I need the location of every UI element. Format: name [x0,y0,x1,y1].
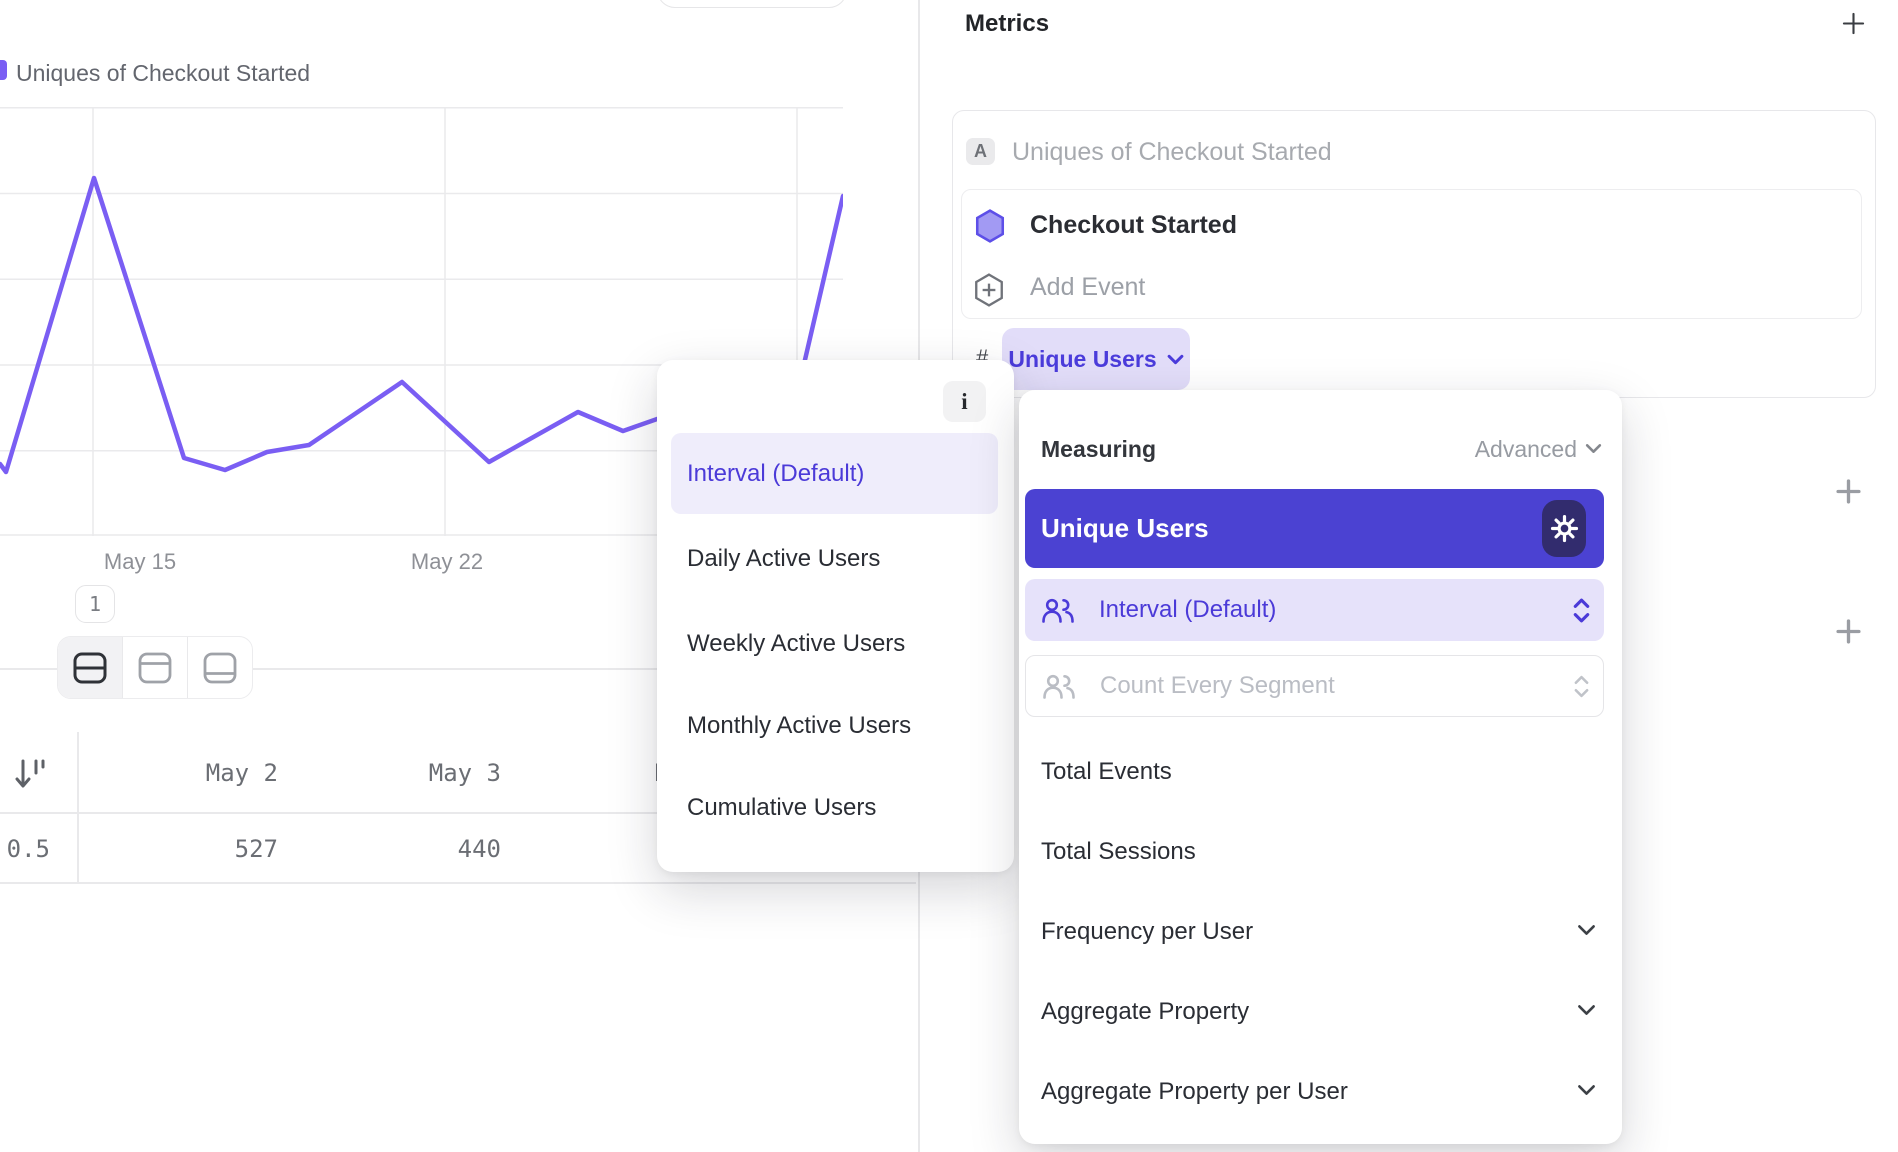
menu-item-weekly-active-users[interactable]: Weekly Active Users [687,630,905,658]
measure-option-total-sessions[interactable]: Total Sessions [1041,838,1196,866]
measure-option-unique-users-selected[interactable]: Unique Users [1025,489,1604,568]
chart-view-icon [137,650,173,686]
users-icon [1042,673,1076,700]
metric-letter-badge: A [966,138,995,165]
measurement-pill-label: Unique Users [1008,346,1156,373]
page-number-badge[interactable]: 1 [75,585,115,623]
menu-item-monthly-active-users[interactable]: Monthly Active Users [687,712,911,740]
table-header-may2[interactable]: May 2 [55,759,278,787]
table-cell-average-partial: 0.5 [0,835,50,863]
add-event-label[interactable]: Add Event [1030,273,1145,302]
add-filter-button[interactable] [1836,479,1861,504]
menu-item-daily-active-users[interactable]: Daily Active Users [687,545,880,573]
measure-option-aggregate-property[interactable]: Aggregate Property [1041,998,1249,1026]
chevron-down-icon[interactable] [1585,443,1602,454]
legend-label: Uniques of Checkout Started [16,60,310,87]
sort-icon[interactable] [14,757,48,791]
measurement-pill[interactable]: Unique Users [1002,328,1190,390]
add-event-icon[interactable] [974,273,1004,307]
split-view-icon [72,650,108,686]
selected-aggregate-label: Interval (Default) [687,460,864,488]
layout-toggle-group [57,636,253,699]
table-header-may3[interactable]: May 3 [278,759,501,787]
chevron-down-icon [1167,354,1184,365]
table-cell-may2: 527 [55,835,278,863]
segment-count-selector-row[interactable]: Count Every Segment [1025,655,1604,717]
add-metric-button[interactable] [1842,12,1865,35]
table-row-border [0,882,916,884]
x-axis-tick: May 15 [104,549,176,575]
metric-title[interactable]: Uniques of Checkout Started [1012,138,1332,167]
measure-option-aggregate-property-per-user[interactable]: Aggregate Property per User [1041,1078,1348,1106]
plus-icon [1836,479,1861,504]
chevron-down-icon[interactable] [1577,924,1596,936]
layout-toggle-chart[interactable] [122,637,187,698]
insights-report-screen: Uniques of Checkout Started May 15 May 2… [0,0,1898,1152]
measure-option-frequency-per-user[interactable]: Frequency per User [1041,918,1253,946]
users-icon [1041,597,1075,624]
event-name[interactable]: Checkout Started [1030,211,1237,240]
gear-icon [1549,513,1580,544]
table-view-icon [202,650,238,686]
metrics-panel-title: Metrics [965,10,1049,38]
table-cell-may3: 440 [278,835,501,863]
legend-swatch [0,60,7,80]
up-down-chevron-icon [1574,673,1589,700]
measuring-title: Measuring [1041,436,1156,463]
up-down-chevron-icon [1573,596,1590,625]
info-button[interactable]: i [943,381,986,422]
measure-settings-button[interactable] [1542,500,1586,557]
menu-item-cumulative-users[interactable]: Cumulative Users [687,794,876,822]
interval-selector-label: Interval (Default) [1099,596,1573,624]
event-hexagon-icon [975,209,1005,243]
chevron-down-icon[interactable] [1577,1004,1596,1016]
layout-toggle-table[interactable] [187,637,252,698]
chevron-down-icon[interactable] [1577,1084,1596,1096]
selected-measure-label: Unique Users [1041,513,1209,544]
layout-toggle-split[interactable] [58,637,122,698]
plus-icon [1836,619,1861,644]
add-breakdown-button[interactable] [1836,619,1861,644]
measure-option-total-events[interactable]: Total Events [1041,758,1172,786]
top-toolbar-button-partial[interactable] [657,0,847,8]
segment-count-label: Count Every Segment [1100,672,1574,700]
menu-item-interval-default[interactable]: Interval (Default) [671,433,998,514]
plus-icon [1842,12,1865,35]
measuring-mode-toggle[interactable]: Advanced [1430,436,1577,463]
x-axis-tick: May 22 [411,549,483,575]
interval-selector-row[interactable]: Interval (Default) [1025,579,1604,641]
